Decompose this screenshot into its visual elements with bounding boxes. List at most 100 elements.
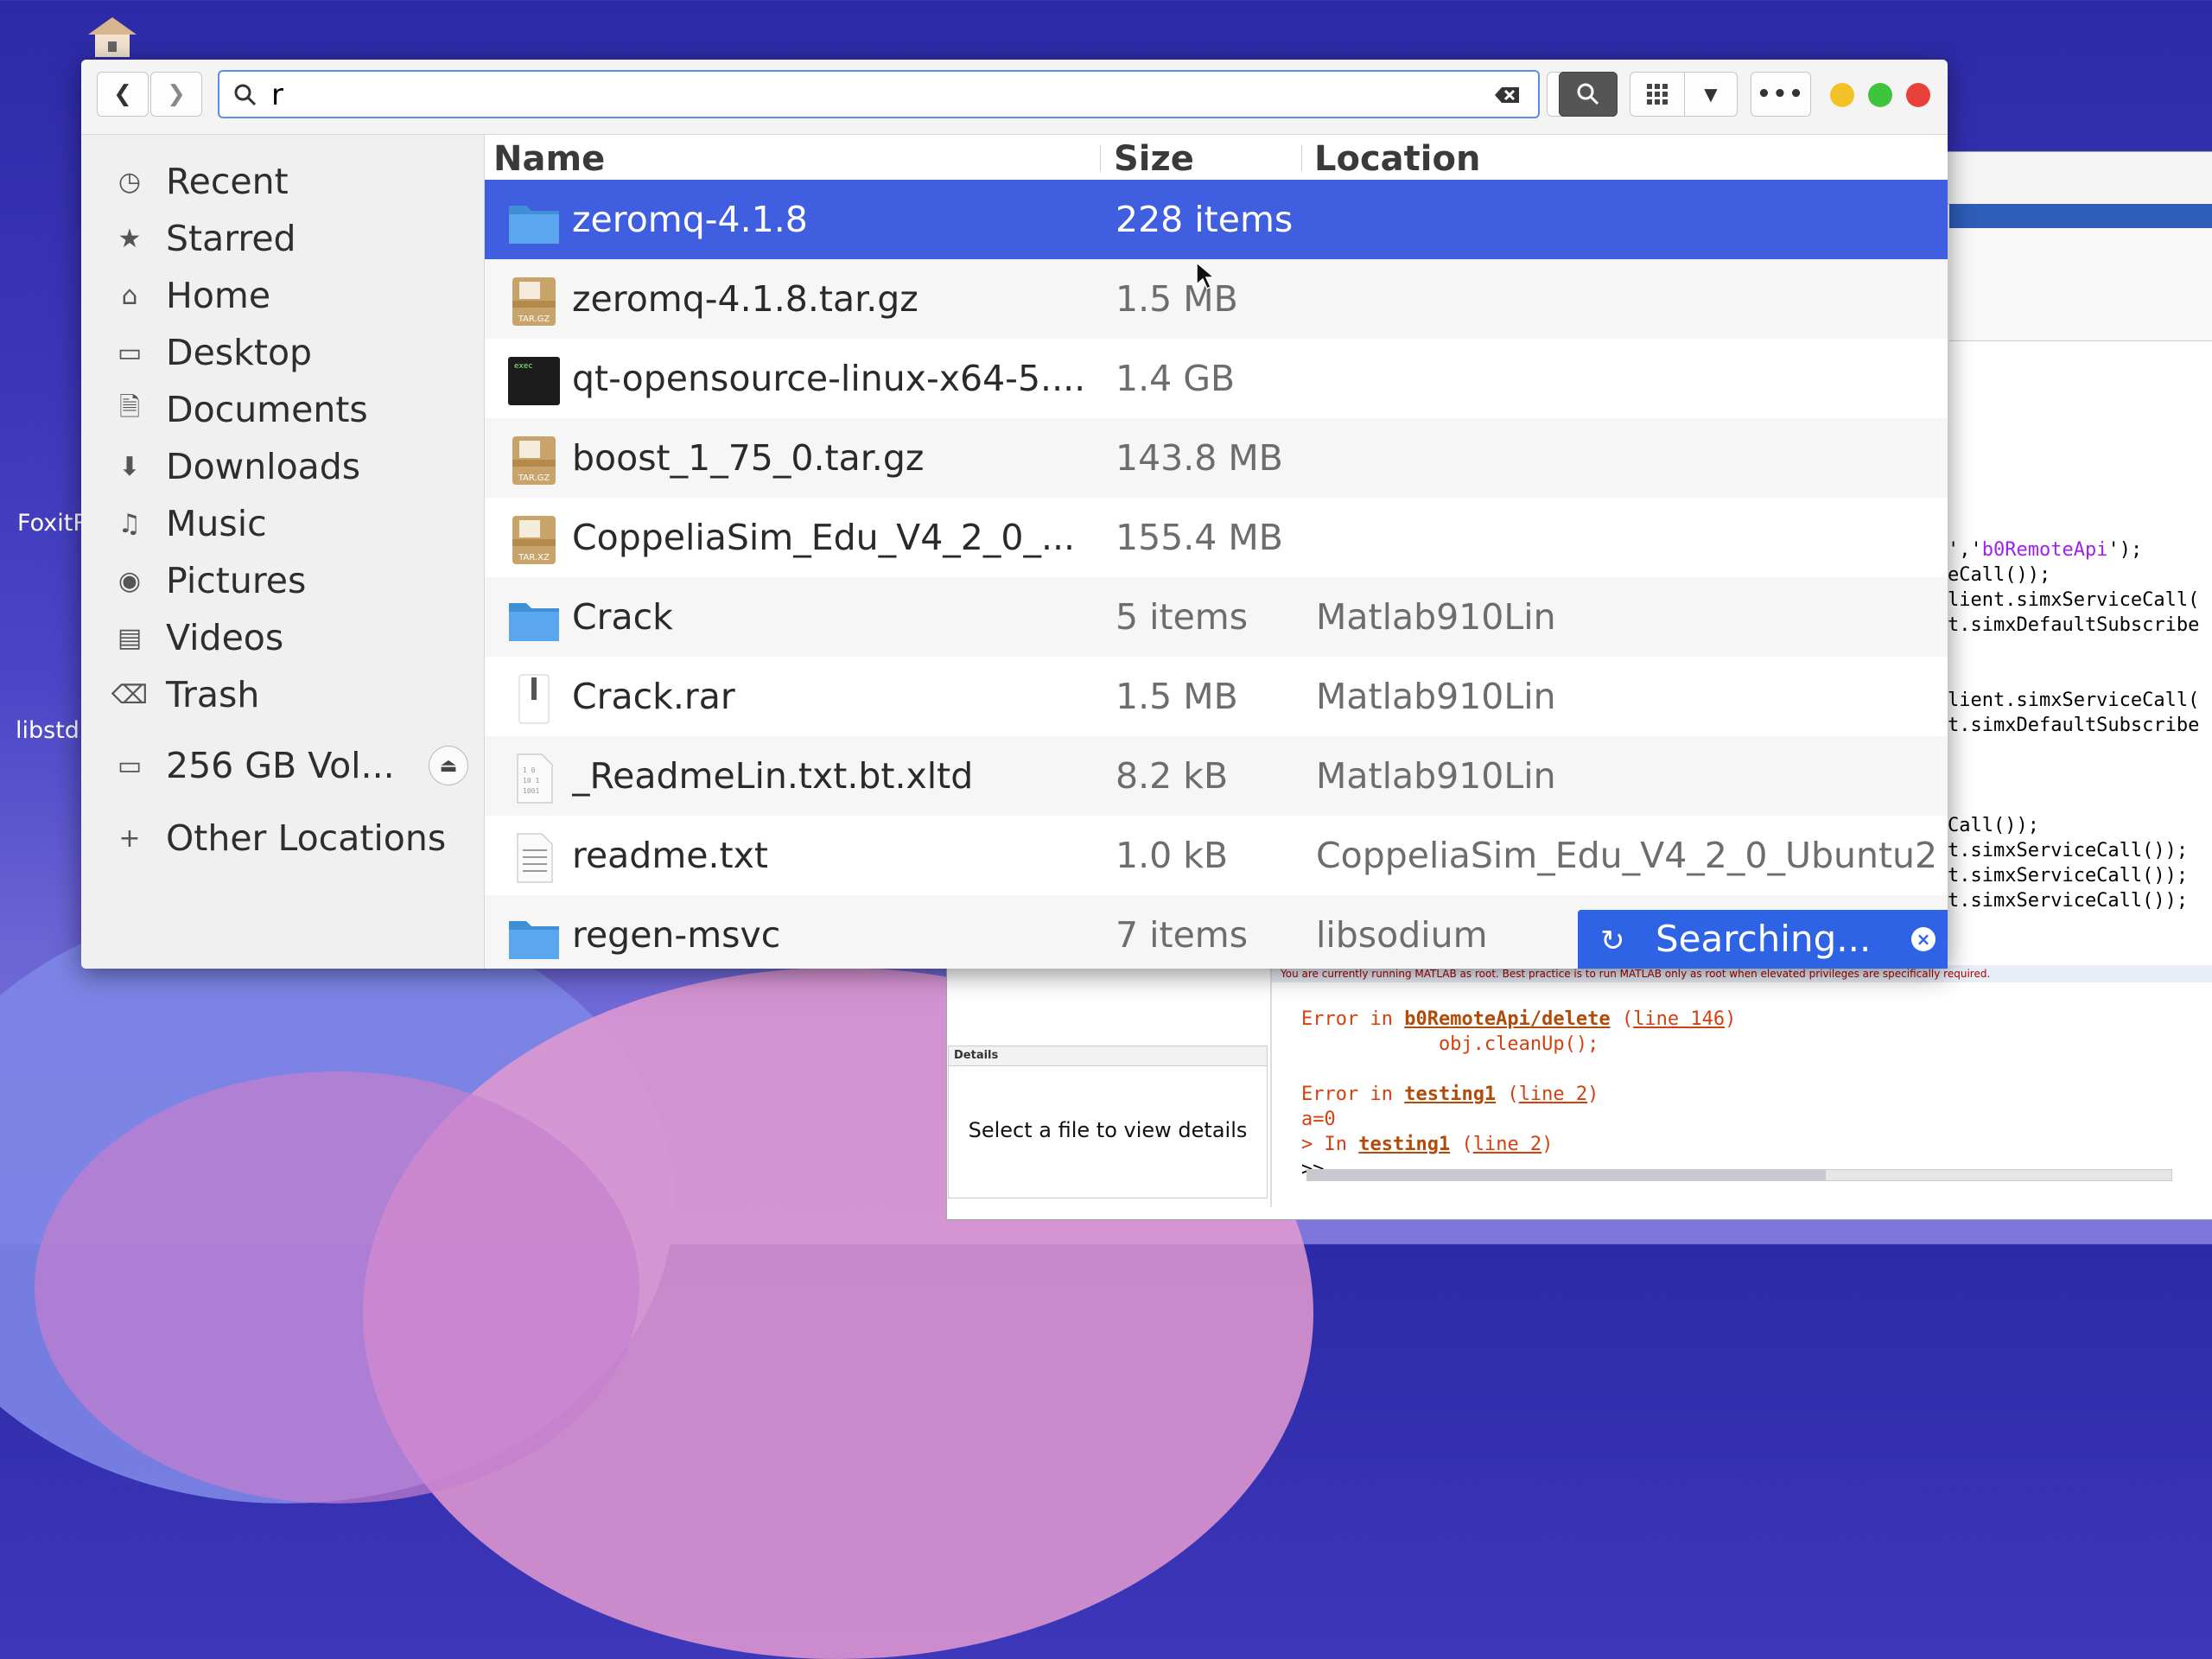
film-icon: ▤ xyxy=(117,622,143,653)
view-grid-button[interactable] xyxy=(1630,72,1685,117)
column-header-location[interactable]: Location xyxy=(1314,135,1480,180)
sidebar-item-videos[interactable]: ▤ Videos xyxy=(114,612,283,664)
sidebar-item-home[interactable]: ⌂ Home xyxy=(114,270,270,321)
chevron-down-icon: ▼ xyxy=(1704,84,1718,105)
file-name: regen-msvc xyxy=(572,914,781,956)
sidebar-item-recent[interactable]: ◷ Recent xyxy=(114,156,289,207)
mouse-cursor xyxy=(1196,261,1217,293)
desktop-home-icon[interactable] xyxy=(86,16,138,57)
archive-icon xyxy=(507,674,561,724)
file-location: libsodium xyxy=(1316,914,1488,956)
matlab-command-window[interactable]: You are currently running MATLAB as root… xyxy=(1270,965,2212,1207)
binary-file-icon: 1 0 10 1 1001 xyxy=(507,753,561,804)
places-sidebar: ◷ Recent ★ Starred ⌂ Home ▭ Desktop 🗎 Documen… xyxy=(81,135,485,969)
file-row[interactable]: TAR.GZ boost_1_75_0.tar.gz 143.8 MB xyxy=(485,418,1948,498)
file-row[interactable]: zeromq-4.1.8 228 items xyxy=(485,180,1948,259)
search-input[interactable] xyxy=(270,77,1465,113)
text-file-icon xyxy=(507,833,561,883)
line-link[interactable]: line 2 xyxy=(1473,1134,1541,1155)
column-header-size[interactable]: Size xyxy=(1114,135,1194,180)
plus-icon: + xyxy=(118,823,141,854)
file-name: boost_1_75_0.tar.gz xyxy=(572,437,925,479)
file-size: 143.8 MB xyxy=(1116,437,1283,479)
sidebar-item-trash[interactable]: ⌫ Trash xyxy=(111,669,260,721)
file-row[interactable]: 1 0 10 1 1001 _ReadmeLin.txt.bt.xltd 8.2 kB M… xyxy=(485,736,1948,816)
line-link[interactable]: line 2 xyxy=(1519,1084,1587,1105)
error-link[interactable]: b0RemoteApi/delete xyxy=(1404,1008,1610,1030)
back-button[interactable]: ❮ xyxy=(97,72,149,117)
sidebar-item-starred[interactable]: ★ Starred xyxy=(114,213,296,264)
view-options-button[interactable]: ▼ xyxy=(1684,72,1738,117)
file-size: 1.4 GB xyxy=(1116,358,1236,399)
file-row[interactable]: Crack 5 items Matlab910Lin xyxy=(485,577,1948,657)
file-size: 8.2 kB xyxy=(1116,755,1229,797)
maximize-button[interactable] xyxy=(1868,83,1892,107)
more-icon: ••• xyxy=(1757,81,1805,107)
svg-text:1001: 1001 xyxy=(523,787,539,795)
documents-icon: 🗎 xyxy=(118,391,141,423)
sidebar-item-pictures[interactable]: ◉ Pictures xyxy=(114,555,306,607)
archive-icon: TAR.GZ xyxy=(507,276,561,327)
sidebar-item-downloads[interactable]: ⬇ Downloads xyxy=(114,441,360,493)
column-divider[interactable] xyxy=(1301,145,1302,171)
matlab-tab-strip xyxy=(1949,204,2212,228)
minimize-button[interactable] xyxy=(1830,83,1854,107)
download-icon: ⬇ xyxy=(118,451,141,482)
matlab-code: ','b0RemoteApi'); eCall()); lient.simxServ… xyxy=(1948,537,2199,913)
sidebar-item-volume[interactable]: ▭ 256 GB Vol... ⏏ xyxy=(114,740,468,791)
search-field[interactable] xyxy=(218,70,1540,118)
file-list: Name Size Location zeromq-4.1.8 228 items… xyxy=(485,135,1948,969)
code-line: t.simxServiceCall()); xyxy=(1948,890,2189,912)
file-location: Matlab910Lin xyxy=(1316,596,1556,638)
code-line: t.simxServiceCall()); xyxy=(1948,865,2189,887)
file-row[interactable]: exec qt-opensource-linux-x64-5.... 1.4 GB xyxy=(485,339,1948,418)
file-chooser-window: ❮ ❯ ▼ ▼ ••• ◷Recent ★Starred ⌂Home ▭Desk… xyxy=(81,60,1948,969)
command-scrollbar[interactable] xyxy=(1306,1169,2172,1181)
searching-overlay: ↻ Searching... × xyxy=(1578,910,1948,969)
dismiss-button[interactable]: × xyxy=(1911,927,1936,951)
archive-icon: TAR.XZ xyxy=(507,515,561,565)
menu-button[interactable]: ••• xyxy=(1751,72,1811,117)
file-row[interactable]: Crack.rar 1.5 MB Matlab910Lin xyxy=(485,657,1948,736)
command-output: Error in b0RemoteApi/delete (line 146) o… xyxy=(1301,1007,1736,1182)
search-icon xyxy=(1577,83,1599,105)
sidebar-item-desktop[interactable]: ▭ Desktop xyxy=(114,327,312,378)
file-size: 5 items xyxy=(1116,596,1249,638)
code-line: t.simxServiceCall()); xyxy=(1948,840,2189,861)
eject-icon: ⏏ xyxy=(439,754,458,777)
clear-search-icon[interactable] xyxy=(1495,86,1519,105)
forward-button[interactable]: ❯ xyxy=(150,72,202,117)
svg-text:10 1: 10 1 xyxy=(523,777,539,785)
header-bar: ❮ ❯ ▼ ▼ ••• xyxy=(81,60,1948,135)
column-header-name[interactable]: Name xyxy=(493,135,605,180)
svg-text:TAR.GZ: TAR.GZ xyxy=(518,315,550,324)
folder-icon xyxy=(507,594,561,645)
column-divider[interactable] xyxy=(1100,145,1101,171)
details-message: Select a file to view details xyxy=(968,1118,1248,1142)
sidebar-item-other-locations[interactable]: + Other Locations xyxy=(114,812,446,864)
drive-icon: ▭ xyxy=(117,750,143,781)
details-header: Details xyxy=(949,1046,1267,1066)
chevron-left-icon: ❮ xyxy=(113,81,132,107)
search-toggle-button[interactable] xyxy=(1559,72,1618,117)
file-location: Matlab910Lin xyxy=(1316,676,1556,717)
close-button[interactable] xyxy=(1906,83,1930,107)
line-link[interactable]: line 146 xyxy=(1633,1008,1725,1030)
code-line: ','b0RemoteApi'); xyxy=(1948,539,2143,561)
file-row[interactable]: readme.txt 1.0 kB CoppeliaSim_Edu_V4_2_0_U… xyxy=(485,816,1948,895)
sidebar-item-documents[interactable]: 🗎 Documents xyxy=(114,384,368,435)
warning-link[interactable]: testing1 xyxy=(1358,1134,1450,1155)
error-link[interactable]: testing1 xyxy=(1404,1084,1496,1105)
file-row[interactable]: TAR.GZ zeromq-4.1.8.tar.gz 1.5 MB xyxy=(485,259,1948,339)
file-size: 1.0 kB xyxy=(1116,835,1229,876)
searching-label: Searching... xyxy=(1656,918,1872,960)
eject-button[interactable]: ⏏ xyxy=(429,746,468,785)
file-row[interactable]: TAR.XZ CoppeliaSim_Edu_V4_2_0_... 155.4 MB xyxy=(485,498,1948,577)
file-name: Crack xyxy=(572,596,673,638)
sidebar-item-music[interactable]: ♫ Music xyxy=(114,498,267,550)
code-line: lient.simxServiceCall( xyxy=(1948,589,2200,611)
